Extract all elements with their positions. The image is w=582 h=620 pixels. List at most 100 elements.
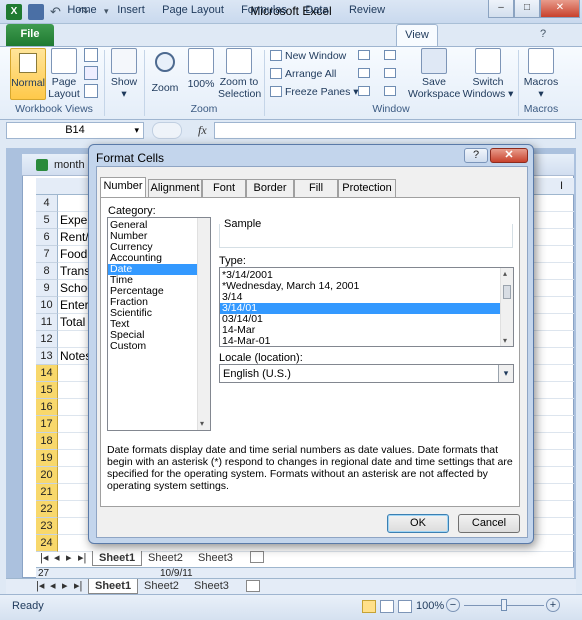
type-scroll-thumb[interactable] — [503, 285, 511, 299]
tab-insert[interactable]: Insert — [110, 0, 152, 22]
type-item[interactable]: *Wednesday, March 14, 2001 — [220, 281, 500, 292]
tab-review[interactable]: Review — [344, 0, 390, 22]
row-header-20[interactable]: 20 — [36, 467, 58, 484]
row-header-10[interactable]: 10 — [36, 297, 58, 314]
scroll-up-icon[interactable]: ▴ — [503, 269, 507, 278]
row-header-11[interactable]: 11 — [36, 314, 58, 331]
first-sheet-icon[interactable]: |◂ — [36, 579, 44, 592]
prev-sheet-icon[interactable]: ◂ — [50, 579, 56, 592]
row-header-18[interactable]: 18 — [36, 433, 58, 450]
full-screen-icon[interactable] — [84, 84, 98, 98]
locale-select[interactable]: English (U.S.) ▾ — [219, 364, 514, 383]
tab-border[interactable]: Border — [246, 179, 294, 197]
row-header-17[interactable]: 17 — [36, 416, 58, 433]
page-break-status-icon[interactable] — [398, 600, 412, 613]
category-item-custom[interactable]: Custom — [108, 341, 210, 352]
restore-button[interactable]: □ — [514, 0, 540, 18]
row-header-15[interactable]: 15 — [36, 382, 58, 399]
name-box[interactable]: B14 ▾ — [6, 122, 144, 139]
tab-page-layout[interactable]: Page Layout — [158, 0, 228, 22]
type-list[interactable]: *3/14/2001 *Wednesday, March 14, 2001 3/14… — [219, 267, 514, 347]
cell-a11[interactable]: Total — [60, 314, 85, 331]
cell-a6[interactable]: Rent/ — [60, 229, 89, 246]
zoom-100-button[interactable]: 100% — [184, 48, 218, 90]
normal-view-button[interactable]: Normal — [10, 48, 46, 100]
row-header-6[interactable]: 6 — [36, 229, 58, 246]
row-header-23[interactable]: 23 — [36, 518, 58, 535]
tab-view[interactable]: View — [396, 24, 438, 47]
zoom-in-icon[interactable]: + — [546, 598, 560, 612]
prev-sheet-icon[interactable]: ◂ — [54, 551, 60, 564]
type-item[interactable]: 14-Mar-01 — [220, 336, 500, 347]
cancel-button[interactable]: Cancel — [458, 514, 520, 533]
insert-sheet-icon[interactable] — [246, 580, 260, 592]
dialog-help-button[interactable]: ? — [464, 148, 488, 163]
zoom-level[interactable]: 100% — [416, 600, 444, 612]
formula-input[interactable] — [214, 122, 576, 139]
row-header-21[interactable]: 21 — [36, 484, 58, 501]
name-box-dropdown-icon[interactable]: ▾ — [134, 123, 139, 138]
row-header-14[interactable]: 14 — [36, 365, 58, 382]
insert-sheet-icon[interactable] — [250, 551, 264, 563]
cell-a5[interactable]: Exper — [60, 212, 91, 229]
column-header-i[interactable]: I — [560, 180, 563, 192]
freeze-panes-button[interactable]: Freeze Panes ▾ — [270, 84, 359, 100]
row-header-8[interactable]: 8 — [36, 263, 58, 280]
sheet-tab-3[interactable]: Sheet3 — [188, 579, 235, 594]
new-window-button[interactable]: New Window — [270, 48, 346, 64]
minimize-button[interactable]: – — [488, 0, 514, 18]
switch-windows-button[interactable]: Switch Windows ▾ — [460, 48, 516, 100]
inner-sheet-tab-2[interactable]: Sheet2 — [142, 551, 189, 566]
sheet-tab-1[interactable]: Sheet1 — [88, 579, 139, 594]
close-button[interactable]: ✕ — [540, 0, 580, 18]
category-list[interactable]: General Number Currency Accounting Date Time P… — [107, 217, 211, 431]
zoom-out-icon[interactable]: − — [446, 598, 460, 612]
ok-button[interactable]: OK — [387, 514, 449, 533]
sheet-tab-2[interactable]: Sheet2 — [138, 579, 185, 594]
scroll-down-icon[interactable]: ▾ — [503, 336, 507, 345]
tab-file[interactable]: File — [6, 24, 54, 46]
reset-window-position-icon[interactable] — [384, 86, 396, 96]
arrange-all-button[interactable]: Arrange All — [270, 66, 336, 82]
tab-font[interactable]: Font — [202, 179, 246, 197]
last-sheet-icon[interactable]: ▸| — [74, 579, 82, 592]
next-sheet-icon[interactable]: ▸ — [62, 579, 68, 592]
row-header-22[interactable]: 22 — [36, 501, 58, 518]
save-workspace-button[interactable]: Save Workspace — [408, 48, 460, 100]
inner-sheet-tab-1[interactable]: Sheet1 — [92, 551, 143, 566]
normal-view-status-icon[interactable] — [362, 600, 376, 613]
help-icon[interactable]: ? — [540, 28, 546, 40]
zoom-slider-thumb[interactable] — [501, 599, 507, 611]
row-header-4[interactable]: 4 — [36, 195, 58, 212]
page-break-preview-icon[interactable] — [84, 48, 98, 62]
row-header-9[interactable]: 9 — [36, 280, 58, 297]
hide-icon[interactable] — [358, 68, 370, 78]
tab-protection[interactable]: Protection — [338, 179, 396, 197]
row-header-12[interactable]: 12 — [36, 331, 58, 348]
tab-fill[interactable]: Fill — [294, 179, 338, 197]
macros-button[interactable]: Macros ▾ — [520, 48, 562, 100]
tab-home[interactable]: Home — [62, 0, 102, 22]
cell-a13[interactable]: Notes — [60, 348, 91, 365]
dialog-close-button[interactable]: ✕ — [490, 148, 528, 163]
zoom-button[interactable]: Zoom — [148, 48, 182, 94]
row-header-7[interactable]: 7 — [36, 246, 58, 263]
row-header-19[interactable]: 19 — [36, 450, 58, 467]
type-item[interactable]: 3/14 — [220, 292, 500, 303]
show-button[interactable]: Show ▾ — [108, 48, 140, 100]
synchronous-scrolling-icon[interactable] — [384, 68, 396, 78]
row-header-16[interactable]: 16 — [36, 399, 58, 416]
unhide-icon[interactable] — [358, 86, 370, 96]
page-layout-view-button[interactable]: Page Layout — [48, 48, 80, 100]
row-header-24[interactable]: 24 — [36, 535, 58, 552]
row-header-13[interactable]: 13 — [36, 348, 58, 365]
zoom-to-selection-button[interactable]: Zoom to Selection — [218, 48, 261, 100]
next-sheet-icon[interactable]: ▸ — [66, 551, 72, 564]
cell-a10[interactable]: Enter — [60, 297, 89, 314]
scroll-down-icon[interactable]: ▾ — [200, 419, 204, 428]
cell-a7[interactable]: Food — [60, 246, 87, 263]
insert-function-icon[interactable]: fx — [198, 123, 207, 138]
view-side-by-side-icon[interactable] — [384, 50, 396, 60]
cell-a8[interactable]: Trans — [60, 263, 90, 280]
type-scrollbar[interactable]: ▴ ▾ — [500, 268, 513, 346]
